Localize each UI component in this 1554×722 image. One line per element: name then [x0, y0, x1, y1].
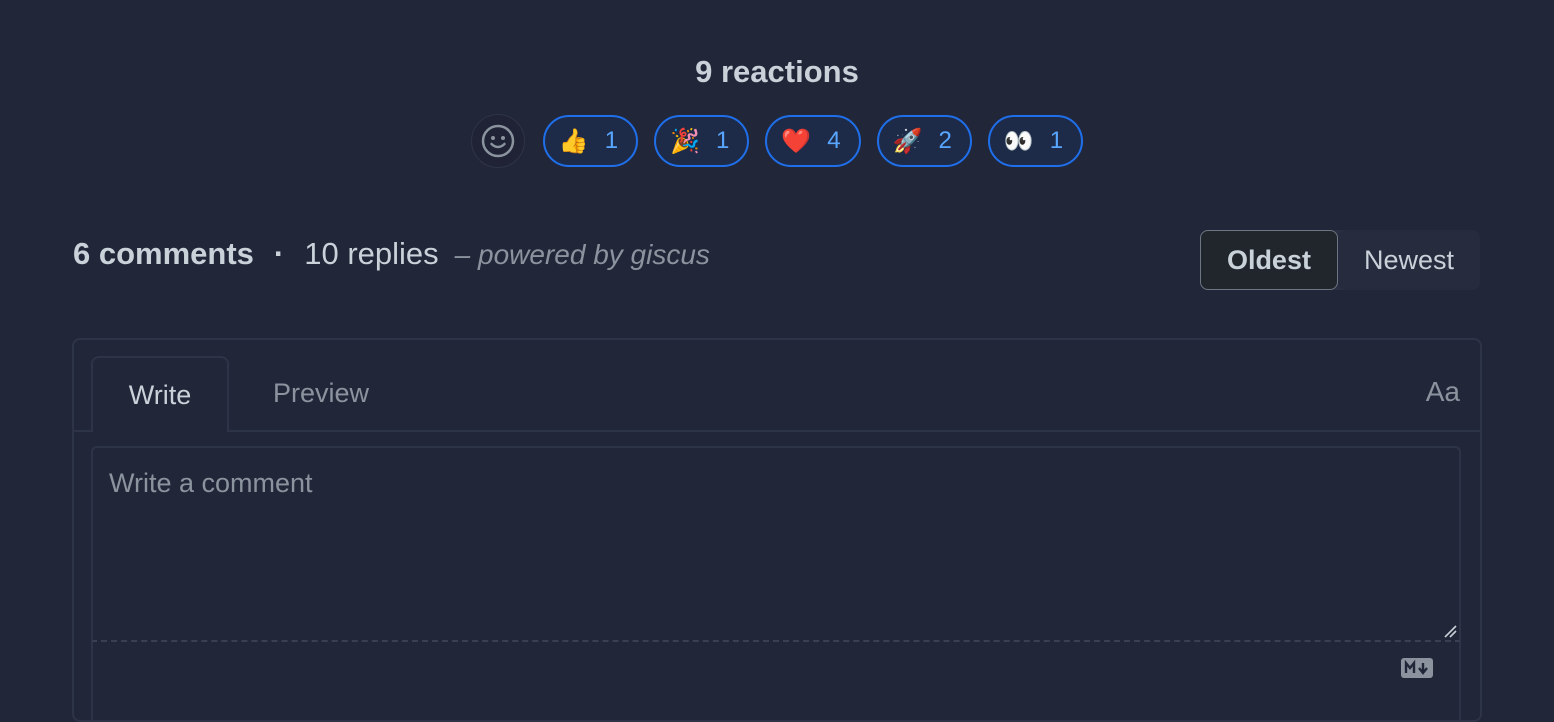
sort-oldest-button[interactable]: Oldest: [1199, 230, 1338, 290]
rocket-icon: 🚀: [892, 127, 923, 155]
reaction-party[interactable]: 🎉 1: [654, 115, 750, 167]
font-toggle-icon[interactable]: Aa: [1426, 376, 1460, 408]
reaction-thumbs-up[interactable]: 👍 1: [542, 115, 639, 167]
smiley-icon: [481, 124, 515, 158]
editor-footer: [91, 642, 1461, 722]
markdown-icon[interactable]: [1401, 658, 1433, 678]
reaction-count: 2: [938, 127, 952, 154]
reaction-count: 1: [1049, 127, 1064, 154]
eyes-icon: 👀: [1003, 127, 1034, 155]
comments-count: 6 comments: [73, 236, 254, 271]
reactions-title: 9 reactions: [695, 54, 859, 89]
reaction-count: 4: [827, 127, 841, 154]
reaction-eyes[interactable]: 👀 1: [987, 115, 1084, 167]
tab-preview[interactable]: Preview: [246, 356, 396, 430]
reaction-count: 1: [604, 127, 619, 154]
party-icon: 🎉: [670, 127, 701, 155]
reactions-row: 👍 1 🎉 1 ❤️ 4 🚀 2 👀 1: [0, 114, 1554, 168]
powered-by-link[interactable]: – powered by giscus: [455, 239, 710, 271]
add-reaction-button[interactable]: [470, 114, 525, 168]
sort-newest-button[interactable]: Newest: [1337, 230, 1480, 290]
reaction-heart[interactable]: ❤️ 4: [765, 115, 861, 167]
resize-handle-icon[interactable]: [1443, 624, 1457, 638]
heart-icon: ❤️: [781, 127, 812, 155]
thumbs-up-icon: 👍: [558, 127, 589, 155]
comment-editor: Write Preview Aa Write a comment: [72, 338, 1482, 722]
comment-placeholder: Write a comment: [109, 468, 313, 498]
comments-meta: 6 comments · 10 replies – powered by gis…: [73, 236, 710, 272]
reaction-count: 1: [716, 127, 730, 154]
separator-dot: ·: [273, 236, 285, 271]
tab-write[interactable]: Write: [91, 356, 229, 432]
reaction-rocket[interactable]: 🚀 2: [876, 115, 972, 167]
sort-toggle: Oldest Newest: [1199, 230, 1480, 290]
editor-tabbar: Write Preview Aa: [74, 340, 1480, 432]
comment-textarea[interactable]: Write a comment: [91, 446, 1461, 642]
replies-count: 10 replies: [304, 236, 439, 271]
